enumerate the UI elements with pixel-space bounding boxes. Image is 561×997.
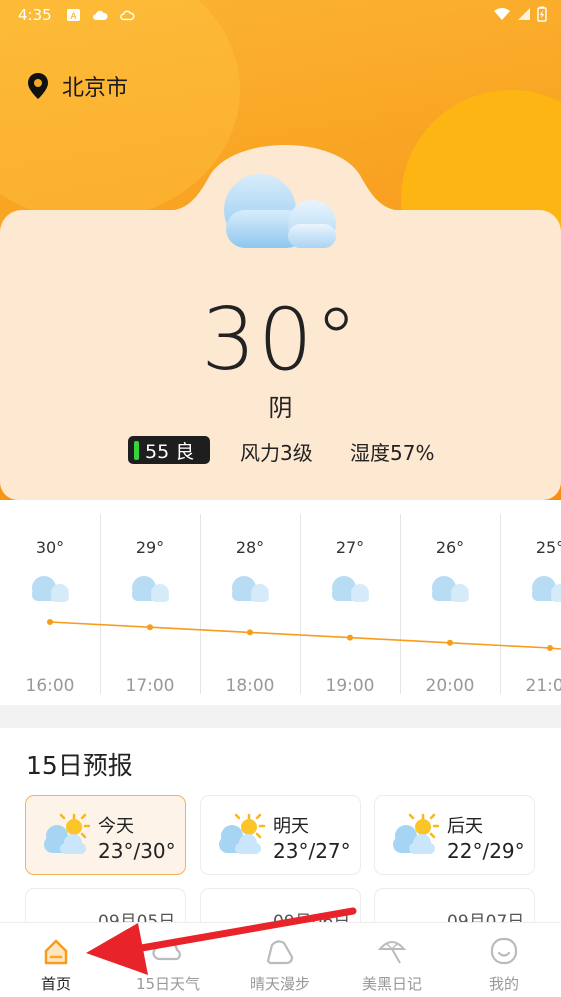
battery-icon xyxy=(537,6,547,22)
weather-condition: 阴 xyxy=(268,394,293,422)
cloud-icon xyxy=(152,940,181,961)
cloud-notification-icon xyxy=(93,10,108,20)
weather-notification-icon xyxy=(120,10,135,21)
forecast-day-card[interactable]: 后天 22°/29° xyxy=(374,795,535,875)
forecast-day-card[interactable]: 明天 23°/27° xyxy=(200,795,361,875)
forecast-day-card[interactable]: 今天 23°/30° xyxy=(25,795,186,875)
daily-forecast-section: 15日预报 今天23°/30°明天23°/27°后天22°/29°09月05日0… xyxy=(0,728,561,948)
current-temperature: 30° xyxy=(201,290,360,390)
aqi-level-bar xyxy=(134,440,139,460)
tab-label: 我的 xyxy=(488,975,519,993)
hourly-time: 19:00 xyxy=(325,676,375,696)
tab-me[interactable]: 我的 xyxy=(448,923,560,997)
hourly-temp: 25° xyxy=(535,538,561,557)
hourly-forecast[interactable]: 30° 16:00 29° 17:00 28° 18:00 27° 19:00 26° 20:00… xyxy=(0,500,561,705)
hourly-temp: 27° xyxy=(335,538,365,557)
cloudy-weather-icon xyxy=(224,174,336,248)
hourly-temp-point xyxy=(447,639,453,646)
aqi-value: 55 良 xyxy=(145,440,195,463)
hourly-temp-point xyxy=(547,645,553,651)
bottom-tab-bar: 首页 15日天气 晴天漫步 美黑日记 我的 xyxy=(0,922,561,997)
status-time: 4:35 xyxy=(18,6,52,24)
hourly-time: 20:00 xyxy=(425,676,475,696)
hourly-temp-line xyxy=(47,619,561,651)
forecast-day-temp: 22°/29° xyxy=(447,839,525,863)
city-name: 北京市 xyxy=(62,76,129,101)
wifi-icon xyxy=(494,8,510,20)
location-pin-icon xyxy=(28,73,48,99)
hourly-time: 21:00 xyxy=(525,676,561,696)
partly-cloudy-icon xyxy=(44,813,90,854)
hourly-temp: 26° xyxy=(435,538,465,557)
hourly-temp-point xyxy=(347,634,353,641)
app-notification-icon: A xyxy=(67,9,80,22)
tab-label: 15日天气 xyxy=(135,975,201,993)
hourly-temp: 29° xyxy=(135,538,165,557)
wind-level: 风力3级 xyxy=(240,441,313,465)
hourly-temp: 28° xyxy=(235,538,265,557)
tab-label: 晴天漫步 xyxy=(249,975,310,993)
tab-home[interactable]: 首页 xyxy=(0,923,112,997)
forecast-day-label: 后天 xyxy=(447,816,483,837)
status-bar: 4:35 A xyxy=(0,0,561,32)
forecast-day-temp: 23°/27° xyxy=(273,839,351,863)
tab-walk[interactable]: 晴天漫步 xyxy=(224,923,336,997)
forecast-day-label: 明天 xyxy=(273,816,309,837)
hourly-time: 17:00 xyxy=(125,676,175,696)
partly-cloudy-icon xyxy=(393,813,439,854)
tab-label: 首页 xyxy=(40,975,71,993)
shoe-icon xyxy=(266,940,294,965)
hourly-temp-point xyxy=(47,619,53,625)
svg-text:A: A xyxy=(70,12,77,22)
forecast-title: 15日预报 xyxy=(26,751,133,780)
location-selector[interactable]: 北京市 xyxy=(26,70,128,102)
humidity: 湿度57% xyxy=(350,441,435,465)
forecast-day-label: 今天 xyxy=(98,816,134,837)
aqi-badge[interactable]: 55 良 xyxy=(128,436,210,464)
hourly-temp-point xyxy=(247,629,253,636)
forecast-day-temp: 23°/30° xyxy=(98,839,176,863)
hourly-temp-point xyxy=(147,624,153,631)
umbrella-icon xyxy=(377,941,407,964)
hourly-temp: 30° xyxy=(35,538,65,557)
tab-15day[interactable]: 15日天气 xyxy=(112,923,224,997)
hourly-time: 18:00 xyxy=(225,676,275,696)
signal-icon xyxy=(518,8,530,20)
partly-cloudy-icon xyxy=(219,813,265,854)
home-icon xyxy=(44,939,68,965)
smile-icon xyxy=(490,937,518,965)
tab-tan-diary[interactable]: 美黑日记 xyxy=(336,923,448,997)
tab-label: 美黑日记 xyxy=(361,975,422,993)
hourly-time: 16:00 xyxy=(25,676,75,696)
